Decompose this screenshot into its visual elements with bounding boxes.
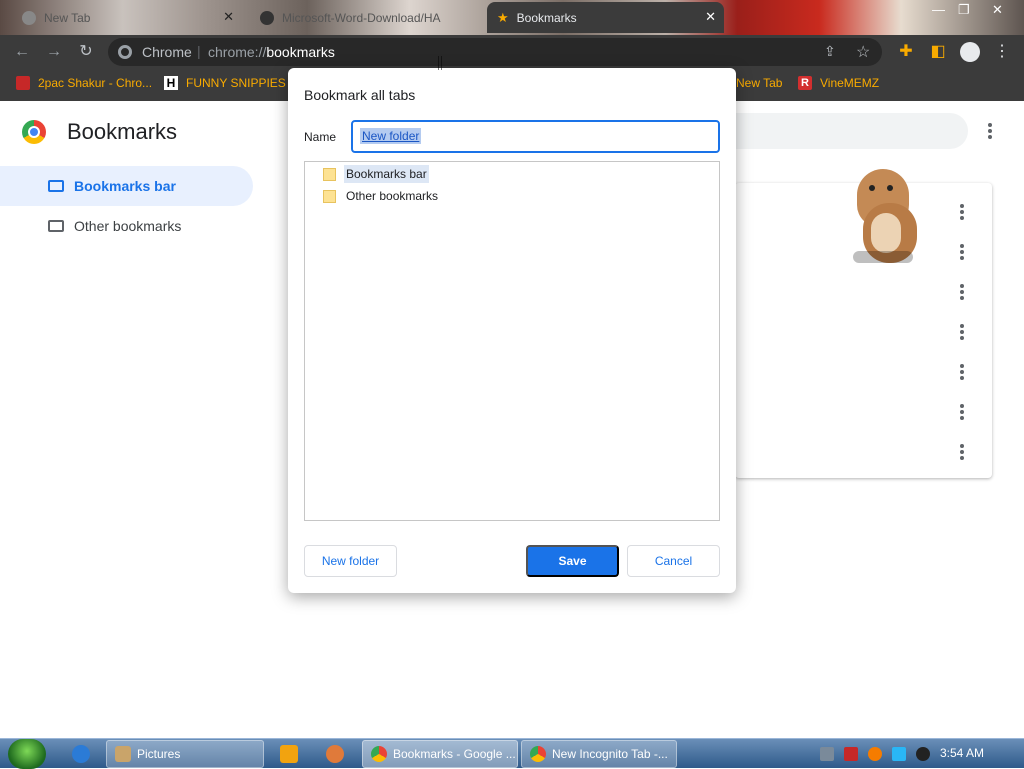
text-cursor-icon xyxy=(438,56,442,70)
page-title: Bookmarks xyxy=(67,119,178,144)
clock[interactable]: 3:54 AM xyxy=(940,746,984,760)
taskbar-item-incognito[interactable]: New Incognito Tab -... xyxy=(521,740,677,768)
tab-github[interactable]: Microsoft-Word-Download/HA xyxy=(250,2,482,33)
close-window-icon[interactable]: ✕ xyxy=(992,2,1003,18)
tray-display-icon[interactable] xyxy=(892,747,906,761)
save-button[interactable]: Save xyxy=(526,545,619,577)
chrome-icon xyxy=(118,45,132,59)
tree-item-label: Other bookmarks xyxy=(346,189,439,203)
close-icon[interactable]: ✕ xyxy=(223,9,234,25)
dialog-title: Bookmark all tabs xyxy=(304,87,416,103)
sidebar-item-other-bookmarks[interactable]: Other bookmarks xyxy=(0,206,253,246)
toolbar: ← → ↻ Chrome | chrome://bookmarks ⇪ ☆ ✚ … xyxy=(0,35,1024,69)
side-panel-icon[interactable]: ◧ xyxy=(928,42,948,62)
back-icon[interactable]: ← xyxy=(12,42,32,62)
search-bookmarks-input[interactable] xyxy=(700,113,968,149)
media-player-icon[interactable] xyxy=(280,745,298,763)
folder-icon xyxy=(115,746,131,762)
sidebar-item-bookmarks-bar[interactable]: Bookmarks bar xyxy=(0,166,253,206)
row-menu-icon[interactable] xyxy=(960,284,964,300)
row-menu-icon[interactable] xyxy=(960,404,964,420)
taskbar-item-label: New Incognito Tab -... xyxy=(552,747,668,761)
app-icon[interactable] xyxy=(326,745,344,763)
tab-strip: New Tab ✕ Microsoft-Word-Download/HA ★ B… xyxy=(0,0,1024,35)
minimize-icon[interactable]: — xyxy=(932,2,945,17)
folder-icon xyxy=(48,220,64,232)
tray-icon[interactable] xyxy=(916,747,930,761)
bookmark-label: FUNNY SNIPPIES xyxy=(186,76,286,90)
taskbar-item-bookmarks[interactable]: Bookmarks - Google ... xyxy=(362,740,518,768)
bookmark-all-tabs-dialog: Bookmark all tabs Name New folder Bookma… xyxy=(288,68,736,593)
row-menu-icon[interactable] xyxy=(960,204,964,220)
forward-icon[interactable]: → xyxy=(44,42,64,62)
star-icon: ★ xyxy=(497,9,509,25)
tab-bookmarks[interactable]: ★ Bookmarks ✕ xyxy=(487,2,724,33)
sidebar-item-label: Other bookmarks xyxy=(74,218,182,234)
bookmark-item[interactable]: R VineMEMZ xyxy=(798,76,879,90)
folder-tree: Bookmarks bar Other bookmarks xyxy=(304,161,720,521)
bookmark-favicon-icon: R xyxy=(798,76,812,90)
folder-name-value: New folder xyxy=(360,128,422,144)
chrome-icon xyxy=(530,746,546,762)
github-icon xyxy=(260,10,274,25)
bookmark-label: New Tab xyxy=(736,76,783,90)
row-menu-icon[interactable] xyxy=(960,324,964,340)
folder-icon xyxy=(48,180,64,192)
taskbar-item-label: Bookmarks - Google ... xyxy=(393,747,516,761)
start-button-icon[interactable] xyxy=(8,739,46,769)
new-folder-button[interactable]: New folder xyxy=(304,545,397,577)
address-bar[interactable]: Chrome | chrome://bookmarks ⇪ ☆ xyxy=(108,38,882,66)
bookmark-item[interactable]: New Tab xyxy=(736,76,782,90)
taskbar-item-label: Pictures xyxy=(137,747,181,761)
folder-icon xyxy=(323,189,336,203)
restore-icon[interactable]: ❐ xyxy=(958,2,970,18)
internet-explorer-icon[interactable] xyxy=(72,745,90,763)
bookmark-favicon-icon xyxy=(16,76,30,90)
reload-icon[interactable]: ↻ xyxy=(76,42,96,62)
tree-item-other-bookmarks[interactable]: Other bookmarks xyxy=(323,186,440,206)
scheme-label: Chrome xyxy=(142,44,192,60)
bookmark-star-icon[interactable]: ☆ xyxy=(856,42,870,62)
row-menu-icon[interactable] xyxy=(960,364,964,380)
tab-title: Microsoft-Word-Download/HA xyxy=(282,10,441,25)
close-icon[interactable]: ✕ xyxy=(705,9,716,25)
taskbar: Pictures Bookmarks - Google ... New Inco… xyxy=(0,738,1024,769)
taskbar-item-pictures[interactable]: Pictures xyxy=(106,740,264,768)
folder-icon xyxy=(323,167,336,181)
bookmark-item[interactable]: 2pac Shakur - Chro... xyxy=(16,76,152,90)
url-prefix: chrome:// xyxy=(208,44,267,60)
more-options-icon[interactable] xyxy=(988,123,992,139)
tree-item-label: Bookmarks bar xyxy=(344,165,429,183)
bookmark-label: VineMEMZ xyxy=(820,76,880,90)
bookmark-favicon-icon: H xyxy=(164,76,178,90)
url-host: bookmarks xyxy=(266,44,335,60)
bookmark-item[interactable]: H FUNNY SNIPPIES xyxy=(164,76,286,90)
row-menu-icon[interactable] xyxy=(960,444,964,460)
cancel-button[interactable]: Cancel xyxy=(627,545,720,577)
row-menu-icon[interactable] xyxy=(960,244,964,260)
menu-icon[interactable]: ⋮ xyxy=(992,42,1012,62)
profile-avatar[interactable] xyxy=(960,42,980,62)
separator: | xyxy=(197,43,201,59)
chrome-icon xyxy=(22,10,36,25)
sidebar-item-label: Bookmarks bar xyxy=(74,178,176,194)
tab-title: Bookmarks xyxy=(516,10,577,25)
url-text: chrome://bookmarks xyxy=(208,44,335,60)
tree-item-bookmarks-bar[interactable]: Bookmarks bar xyxy=(323,164,429,184)
tray-icon[interactable] xyxy=(868,747,882,761)
chrome-icon xyxy=(371,746,387,762)
tab-new-tab[interactable]: New Tab ✕ xyxy=(12,2,242,33)
name-label: Name xyxy=(304,130,337,144)
bookmark-label: 2pac Shakur - Chro... xyxy=(38,76,153,90)
tray-vivaldi-icon[interactable] xyxy=(844,747,858,761)
tab-title: New Tab xyxy=(44,10,91,25)
hamster-pet-image xyxy=(845,163,923,265)
tray-icon[interactable] xyxy=(820,747,834,761)
extensions-icon[interactable]: ✚ xyxy=(896,42,916,62)
share-icon[interactable]: ⇪ xyxy=(824,43,836,60)
chrome-logo-center xyxy=(28,126,40,138)
